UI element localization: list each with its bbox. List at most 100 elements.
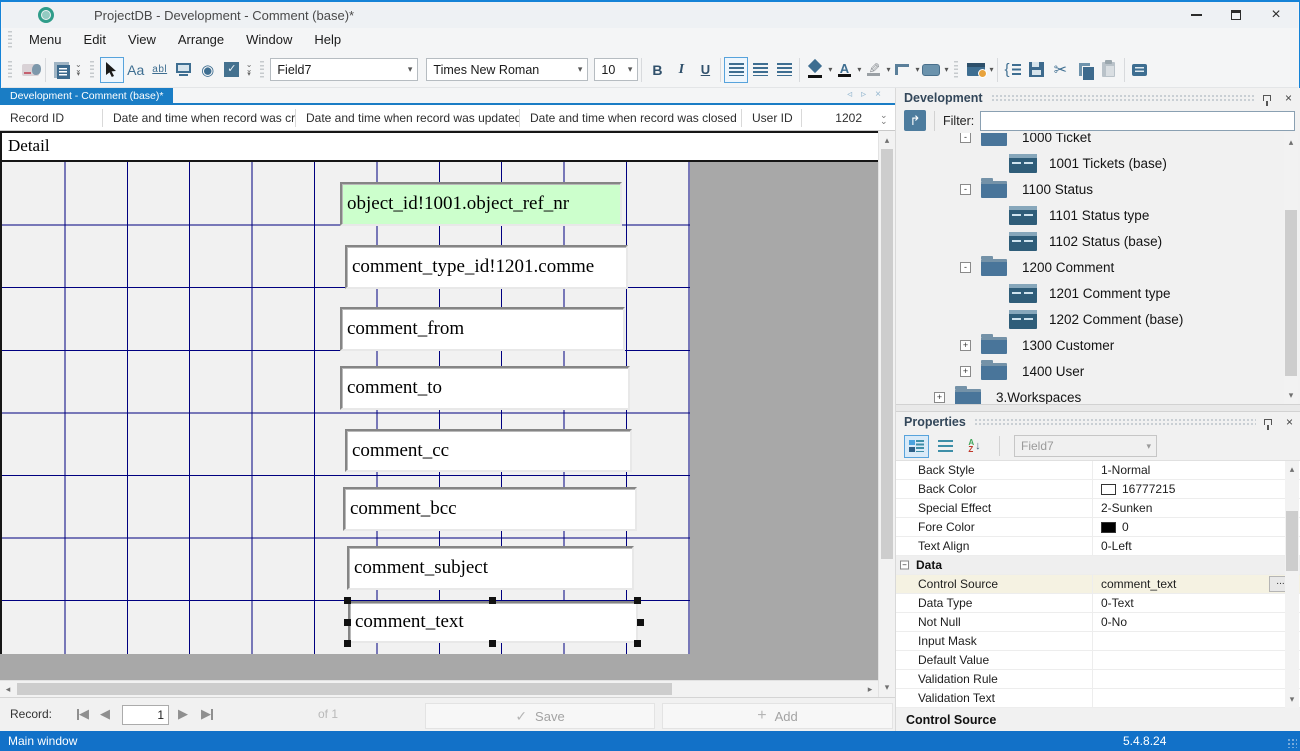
font-color-button[interactable]: A xyxy=(832,57,856,83)
tree-item-3-workspaces[interactable]: +3.Workspaces xyxy=(896,384,1300,404)
property-row-data-type[interactable]: Data Type0-Text xyxy=(896,594,1300,613)
property-row-back-style[interactable]: Back Style1-Normal xyxy=(896,461,1300,480)
control-shape-button[interactable] xyxy=(919,57,943,83)
toolbar-grip-4[interactable] xyxy=(954,61,958,79)
property-row-special-effect[interactable]: Special Effect2-Sunken xyxy=(896,499,1300,518)
form-field-comment-text-selected[interactable]: comment_text xyxy=(348,601,638,643)
column-1202[interactable]: 1202 xyxy=(802,109,872,127)
column-user-id[interactable]: User ID xyxy=(742,109,802,127)
tab-development-comment[interactable]: Development - Comment (base)* xyxy=(0,88,173,103)
tree-scrollbar[interactable]: ▴ ▾ xyxy=(1284,133,1298,404)
pages-button[interactable] xyxy=(49,57,73,83)
properties-pane-header[interactable]: Properties × xyxy=(896,412,1300,432)
radio-tool-button[interactable]: ◉ xyxy=(196,57,220,83)
designer-horizontal-scrollbar[interactable]: ◂ ▸ xyxy=(0,680,878,697)
goto-object-button[interactable]: ↱ xyxy=(904,110,926,131)
maximize-button[interactable] xyxy=(1228,7,1244,23)
button-tool-button[interactable] xyxy=(172,57,196,83)
form-settings-dropdown[interactable]: ▾ xyxy=(989,65,993,74)
property-row-control-source[interactable]: Control Sourcecomment_text...▾ xyxy=(896,575,1300,594)
label-tool-button[interactable]: Aa xyxy=(124,57,148,83)
minimize-button[interactable] xyxy=(1188,7,1204,23)
field-selector-combo[interactable]: Field7▾ xyxy=(270,58,418,81)
tree-item-1000-ticket[interactable]: -1000 Ticket xyxy=(896,133,1300,150)
resize-grip[interactable] xyxy=(1287,738,1297,748)
scrollbar-thumb[interactable] xyxy=(881,149,893,559)
border-style-button[interactable] xyxy=(890,57,914,83)
column-created[interactable]: Date and time when record was created xyxy=(103,109,296,127)
detail-section-bar[interactable]: Detail xyxy=(0,131,878,162)
last-record-button[interactable]: ▶ xyxy=(201,704,213,724)
header-expand-icon[interactable]: ⌄⌄ xyxy=(880,112,888,124)
copy-button[interactable] xyxy=(1073,57,1097,83)
tree-item-1300-customer[interactable]: +1300 Customer xyxy=(896,332,1300,358)
alphabetical-view-button[interactable] xyxy=(933,435,958,458)
menu-edit[interactable]: Edit xyxy=(73,29,117,51)
scrollbar-thumb[interactable] xyxy=(17,683,672,695)
save-button[interactable] xyxy=(1025,57,1049,83)
form-field-comment-subject[interactable]: comment_subject xyxy=(347,546,634,590)
property-row-text-align[interactable]: Text Align0-Left xyxy=(896,537,1300,556)
select-pointer-button[interactable] xyxy=(100,57,124,83)
first-record-button[interactable]: ◀ xyxy=(77,704,89,724)
save-record-button[interactable]: ✓ Save xyxy=(425,703,655,729)
close-icon[interactable]: × xyxy=(1286,416,1293,428)
textbox-tool-button[interactable]: abl xyxy=(148,57,172,83)
toolbar-grip-1[interactable] xyxy=(8,61,12,79)
tree-item-1100-status[interactable]: -1100 Status xyxy=(896,176,1300,202)
form-field-comment-from[interactable]: comment_from xyxy=(340,307,625,351)
checkbox-tool-button[interactable] xyxy=(220,57,244,83)
expand-icon[interactable]: + xyxy=(934,392,945,403)
form-field-comment-type[interactable]: comment_type_id!1201.comme xyxy=(345,245,628,289)
toolbar-grip-2[interactable] xyxy=(90,61,94,79)
selection-handle[interactable] xyxy=(634,640,641,647)
tab-scroll-left-icon[interactable]: ◃ xyxy=(847,89,852,100)
form-field-comment-cc[interactable]: comment_cc xyxy=(345,429,632,472)
collapse-icon[interactable]: - xyxy=(960,262,971,273)
collapse-icon[interactable]: - xyxy=(960,133,971,143)
collapse-icon[interactable]: − xyxy=(900,561,909,570)
selection-handle[interactable] xyxy=(637,619,644,626)
selection-handle[interactable] xyxy=(489,597,496,604)
previous-record-button[interactable]: ◀ xyxy=(100,704,110,724)
pane-splitter[interactable] xyxy=(896,404,1300,412)
fill-color-button[interactable] xyxy=(803,57,827,83)
scrollbar-thumb[interactable] xyxy=(1286,511,1298,571)
menu-arrange[interactable]: Arrange xyxy=(167,29,235,51)
menu-view[interactable]: View xyxy=(117,29,167,51)
property-category-data[interactable]: −Data xyxy=(896,556,1300,575)
tree-item-1202-comment-base[interactable]: 1202 Comment (base) xyxy=(896,306,1300,332)
column-updated[interactable]: Date and time when record was updated xyxy=(296,109,520,127)
next-record-button[interactable]: ▶ xyxy=(178,704,188,724)
form-designer-canvas[interactable]: Detail object_id!1001.object_ref_nr comm… xyxy=(0,131,878,680)
tree-item-1101-status-type[interactable]: 1101 Status type xyxy=(896,202,1300,228)
control-shape-dropdown[interactable]: ▾ xyxy=(944,65,948,74)
property-row-input-mask[interactable]: Input Mask xyxy=(896,632,1300,651)
tree-item-1001-tickets-base[interactable]: 1001 Tickets (base) xyxy=(896,150,1300,176)
selection-handle[interactable] xyxy=(344,619,351,626)
tree-item-1400-user[interactable]: +1400 User xyxy=(896,358,1300,384)
highlight-button[interactable]: ✎ xyxy=(861,57,885,83)
record-number-input[interactable] xyxy=(122,705,169,725)
insert-image-button[interactable] xyxy=(18,57,42,83)
toolbar-grip-3[interactable] xyxy=(260,61,264,79)
column-record-id[interactable]: Record ID xyxy=(0,109,103,127)
column-closed[interactable]: Date and time when record was closed xyxy=(520,109,742,127)
paste-button[interactable] xyxy=(1097,57,1121,83)
italic-button[interactable]: I xyxy=(669,57,693,83)
designer-vertical-scrollbar[interactable]: ▴ ▾ xyxy=(878,131,895,697)
tree-item-1200-comment[interactable]: -1200 Comment xyxy=(896,254,1300,280)
property-row-validation-rule[interactable]: Validation Rule xyxy=(896,670,1300,689)
close-button[interactable]: × xyxy=(1268,7,1284,23)
form-field-comment-bcc[interactable]: comment_bcc xyxy=(343,487,637,531)
selection-handle[interactable] xyxy=(489,640,496,647)
filter-input[interactable] xyxy=(980,111,1295,131)
property-row-validation-text[interactable]: Validation Text xyxy=(896,689,1300,708)
pin-icon[interactable] xyxy=(1263,95,1271,101)
property-row-default-value[interactable]: Default Value xyxy=(896,651,1300,670)
property-row-not-null[interactable]: Not Null0-No xyxy=(896,613,1300,632)
menu-help[interactable]: Help xyxy=(303,29,352,51)
tree-item-1201-comment-type[interactable]: 1201 Comment type xyxy=(896,280,1300,306)
pages-dropdown[interactable]: ⌄⌄▾ xyxy=(75,62,82,77)
tab-close-icon[interactable]: × xyxy=(875,89,881,100)
